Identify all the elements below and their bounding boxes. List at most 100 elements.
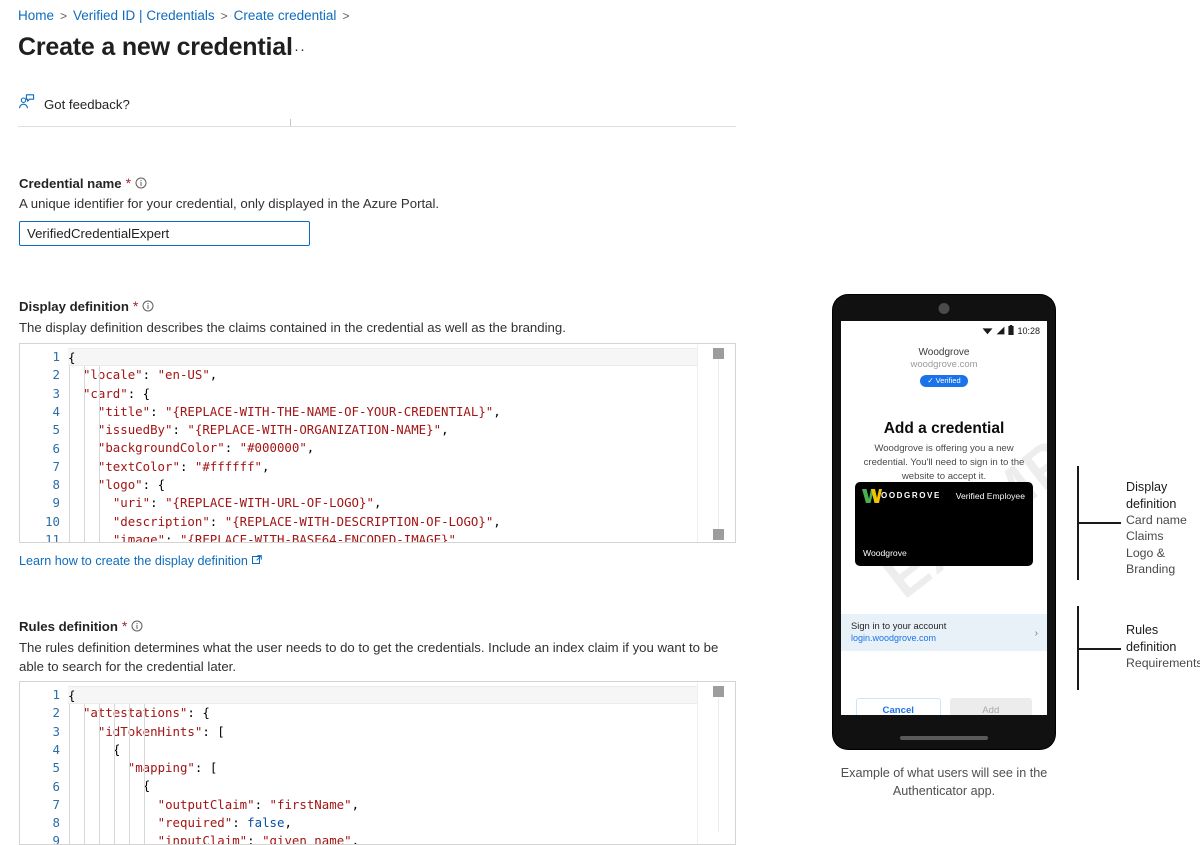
breadcrumb-separator: > (60, 8, 68, 23)
rules-editor-scrollbar[interactable] (697, 682, 735, 844)
code-line: "mapping": [ (127, 760, 218, 776)
credential-name-input[interactable] (19, 221, 310, 246)
card-issuer-name: Woodgrove (863, 548, 907, 558)
feedback-person-icon (18, 94, 35, 114)
indent-guide (98, 704, 100, 844)
code-line: "idTokenHints": [ (97, 723, 225, 739)
indent-guide (83, 366, 85, 542)
display-definition-label-text: Display definition (19, 298, 129, 314)
code-line: "attestations": { (82, 705, 210, 721)
display-editor-code[interactable]: { "locale": "en-US", "card": { "title": … (68, 344, 697, 542)
issuer-domain: woodgrove.com (910, 359, 978, 370)
rules-editor-scroll-thumb[interactable] (713, 686, 724, 697)
got-feedback-button[interactable]: Got feedback? (18, 94, 130, 114)
required-asterisk: * (132, 298, 139, 314)
phone-action-buttons: Cancel Add (841, 698, 1047, 715)
credential-name-description: A unique identifier for your credential,… (19, 196, 440, 211)
code-line: "card": { (82, 385, 151, 401)
code-line: "uri": "{REPLACE-WITH-URL-OF-LOGO}", (112, 495, 382, 511)
chevron-right-icon: › (1034, 628, 1038, 639)
code-line: "logo": { (97, 477, 166, 493)
indent-guide (113, 704, 115, 844)
got-feedback-label: Got feedback? (44, 96, 130, 112)
signin-title: Sign in to your account (851, 620, 947, 631)
display-editor-scrollbar[interactable] (697, 344, 735, 542)
external-link-icon (251, 554, 262, 568)
annotation-item: Logo & Branding (1126, 545, 1176, 576)
signin-url: login.woodgrove.com (851, 633, 937, 643)
display-definition-description: The display definition describes the cla… (19, 320, 566, 335)
annotation-heading: Rules definition (1126, 623, 1177, 654)
add-button[interactable]: Add (949, 698, 1032, 715)
code-line: { (112, 741, 121, 757)
signin-requirement-row[interactable]: Sign in to your account login.woodgrove.… (841, 614, 1047, 651)
code-line: "issuedBy": "{REPLACE-WITH-ORGANIZATION-… (97, 422, 449, 438)
code-line: "inputClaim": "given_name", (157, 833, 360, 844)
phone-heading: Add a credential (883, 420, 1005, 437)
credential-name-label-text: Credential name (19, 175, 122, 191)
rules-definition-editor[interactable]: 123456789 { "attestations": { "idTokenHi… (19, 681, 736, 845)
code-line: "required": false, (157, 815, 292, 831)
annotation-heading: Display definition (1126, 480, 1177, 511)
display-editor-scroll-thumb[interactable] (713, 348, 724, 359)
header-divider (18, 126, 736, 127)
code-line: "textColor": "#ffffff", (97, 458, 270, 474)
required-asterisk: * (125, 175, 132, 191)
woodgrove-logo-icon (862, 489, 882, 508)
code-line: "backgroundColor": "#000000", (97, 440, 315, 456)
phone-camera-icon (938, 303, 950, 314)
rules-definition-label-text: Rules definition (19, 618, 118, 634)
indent-guide (69, 366, 70, 542)
code-line: { (68, 348, 697, 367)
phone-screen: 10:28 Woodgrove woodgrove.com ✓ Verified… (841, 321, 1047, 715)
credential-name-label: Credential name * (19, 175, 147, 191)
learn-display-definition-link[interactable]: Learn how to create the display definiti… (19, 554, 262, 568)
rules-editor-code[interactable]: { "attestations": { "idTokenHints": [ { … (68, 682, 697, 844)
info-icon[interactable] (135, 177, 147, 189)
annotation-item: Claims (1126, 529, 1164, 544)
indent-guide (98, 366, 100, 542)
rules-editor-gutter: 123456789 (20, 682, 68, 844)
info-icon[interactable] (142, 300, 154, 312)
credential-card-preview: OODGROVE Verified Employee Woodgrove (855, 482, 1033, 566)
breadcrumb-item-create-credential[interactable]: Create credential (234, 8, 337, 23)
display-definition-label: Display definition * (19, 298, 154, 314)
create-credential-page: Home > Verified ID | Credentials > Creat… (0, 0, 1200, 845)
info-icon[interactable] (131, 620, 143, 632)
display-definition-editor[interactable]: 1 2 3 4 5 6 7 8 9 10 11 { "locale": "en-US", "card… (19, 343, 736, 543)
breadcrumb: Home > Verified ID | Credentials > Creat… (18, 8, 349, 23)
breadcrumb-item-verified-id-credentials[interactable]: Verified ID | Credentials (73, 8, 215, 23)
more-options-button[interactable]: ··· (288, 42, 306, 57)
check-icon: ✓ (927, 376, 934, 385)
battery-icon (1008, 325, 1015, 337)
card-credential-type: Verified Employee (955, 491, 1025, 501)
verified-badge-label: Verified (935, 376, 961, 385)
annotation-item: Requirements (1126, 656, 1200, 671)
display-editor-scroll-track (718, 356, 719, 530)
page-title: Create a new credential (18, 33, 293, 61)
annotation-item: Card name (1126, 513, 1187, 528)
cancel-button[interactable]: Cancel (856, 698, 941, 715)
breadcrumb-item-home[interactable]: Home (18, 8, 54, 23)
indent-guide (69, 704, 70, 844)
indent-guide (83, 704, 85, 844)
rules-definition-label: Rules definition * (19, 618, 143, 634)
breadcrumb-separator: > (342, 8, 350, 23)
display-editor-scroll-marker[interactable] (713, 529, 724, 540)
wifi-icon (982, 326, 993, 337)
header-divider-tick (290, 119, 291, 126)
display-editor-gutter: 1 2 3 4 5 6 7 8 9 10 11 (20, 344, 68, 542)
card-logo-text: OODGROVE (881, 491, 941, 500)
code-line: "image": "{REPLACE-WITH-BASE64-ENCODED-I… (112, 531, 456, 542)
signal-icon (996, 326, 1005, 337)
annotation-bracket-horizontal (1077, 648, 1121, 650)
code-line: "description": "{REPLACE-WITH-DESCRIPTIO… (112, 513, 501, 529)
verified-badge: ✓ Verified (920, 374, 968, 387)
code-line: { (68, 686, 697, 705)
code-line: "outputClaim": "firstName", (157, 796, 360, 812)
learn-display-definition-label: Learn how to create the display definiti… (19, 554, 248, 568)
issuer-name: Woodgrove (918, 347, 970, 358)
phone-mockup: 10:28 Woodgrove woodgrove.com ✓ Verified… (833, 295, 1055, 749)
phone-subtitle: Woodgrove is offering you a new credenti… (863, 443, 1025, 482)
rules-definition-description: The rules definition determines what the… (19, 640, 719, 675)
